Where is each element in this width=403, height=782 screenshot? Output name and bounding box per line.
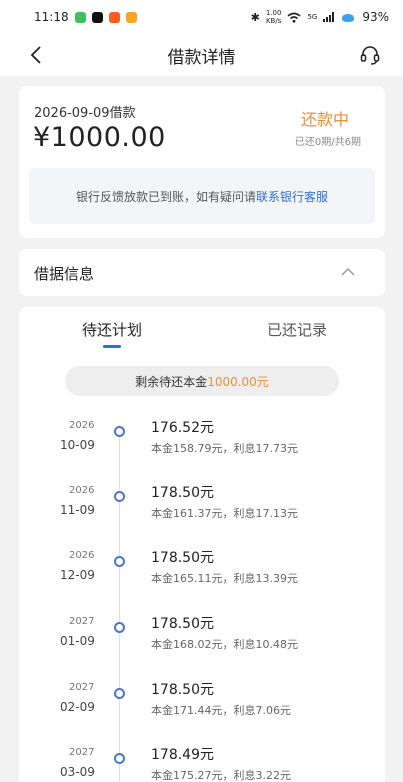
notice-text: 银行反馈放款已到账，如有疑问请 bbox=[75, 189, 256, 204]
row-total: 178.50元 bbox=[151, 682, 214, 698]
status-time: 11:18 bbox=[34, 10, 69, 24]
remaining-principal: 剩余待还本金 1000.00元 bbox=[65, 366, 339, 396]
row-date: 01-09 bbox=[60, 634, 95, 648]
chevron-left-icon bbox=[30, 46, 41, 64]
timeline-dot bbox=[114, 688, 125, 699]
schedule-row: 2027 02-09 178.50元 本金171.44元，利息7.06元 bbox=[19, 680, 385, 740]
repayment-progress: 已还0期/共6期 bbox=[294, 137, 361, 148]
row-breakdown: 本金165.11元，利息13.39元 bbox=[151, 572, 298, 585]
net-speed-value: 1.00 bbox=[265, 9, 282, 17]
row-year: 2026 bbox=[69, 550, 95, 561]
row-year: 2026 bbox=[69, 420, 95, 431]
tiktok-icon bbox=[91, 11, 103, 23]
row-date: 11-09 bbox=[60, 503, 95, 517]
row-breakdown: 本金168.02元，利息10.48元 bbox=[151, 638, 298, 651]
remaining-amount: 1000.00元 bbox=[207, 374, 269, 389]
tab-pending-plan[interactable]: 待还计划 bbox=[82, 319, 142, 340]
status-left: 11:18 bbox=[34, 10, 137, 24]
row-year: 2027 bbox=[69, 682, 95, 693]
customer-service-button[interactable] bbox=[359, 44, 381, 66]
timeline-dot bbox=[114, 426, 125, 437]
row-total: 178.49元 bbox=[151, 747, 214, 763]
timeline-dot bbox=[114, 491, 125, 502]
schedule-row: 2026 11-09 178.50元 本金161.37元，利息17.13元 bbox=[19, 483, 385, 543]
remaining-label: 剩余待还本金 bbox=[135, 374, 208, 389]
row-date: 03-09 bbox=[60, 765, 95, 779]
repayment-plan-card: 待还计划 已还记录 剩余待还本金 1000.00元 2026 10-09 176.… bbox=[19, 307, 385, 782]
battery-percent: 93% bbox=[362, 10, 389, 24]
row-breakdown: 本金171.44元，利息7.06元 bbox=[151, 704, 291, 717]
row-breakdown: 本金175.27元，利息3.22元 bbox=[151, 769, 291, 782]
status-right: ✱ 1.00 KB/s 5G 93% bbox=[251, 9, 389, 25]
taobao-icon bbox=[108, 11, 120, 23]
row-date: 10-09 bbox=[60, 438, 95, 452]
row-date: 12-09 bbox=[60, 568, 95, 582]
network-type: 5G bbox=[307, 13, 318, 21]
row-total: 178.50元 bbox=[151, 550, 214, 566]
page-title: 借款详情 bbox=[167, 47, 236, 68]
bluetooth-icon: ✱ bbox=[250, 10, 260, 24]
receipt-info-title: 借据信息 bbox=[34, 265, 95, 283]
row-total: 178.50元 bbox=[151, 616, 214, 632]
timeline-dot bbox=[114, 753, 125, 764]
back-button[interactable] bbox=[24, 43, 48, 67]
wechat-icon bbox=[74, 11, 86, 23]
battery-icon bbox=[342, 13, 355, 22]
row-year: 2026 bbox=[69, 485, 95, 496]
tab-repaid-records[interactable]: 已还记录 bbox=[267, 319, 327, 340]
timeline-dot bbox=[114, 556, 125, 567]
row-total: 178.50元 bbox=[151, 485, 214, 501]
schedule-row: 2026 10-09 176.52元 本金158.79元，利息17.73元 bbox=[19, 418, 385, 478]
headset-icon bbox=[360, 46, 380, 65]
row-breakdown: 本金161.37元，利息17.13元 bbox=[151, 507, 298, 520]
row-year: 2027 bbox=[69, 616, 95, 627]
signal-icon bbox=[323, 12, 335, 22]
schedule-row: 2027 03-09 178.49元 本金175.27元，利息3.22元 bbox=[19, 745, 385, 782]
loan-amount: ¥1000.00 bbox=[33, 122, 166, 153]
contact-bank-link[interactable]: 联系银行客服 bbox=[256, 188, 328, 205]
net-speed: 1.00 KB/s bbox=[266, 9, 282, 25]
chevron-up-icon bbox=[341, 268, 355, 276]
row-breakdown: 本金158.79元，利息17.73元 bbox=[151, 442, 298, 455]
loan-summary-card: 2026-09-09借款 ¥1000.00 还款中 已还0期/共6期 银行反馈放… bbox=[19, 86, 385, 238]
receipt-info-section[interactable]: 借据信息 bbox=[19, 249, 385, 296]
schedule-row: 2027 01-09 178.50元 本金168.02元，利息10.48元 bbox=[19, 614, 385, 674]
row-total: 176.52元 bbox=[151, 420, 214, 436]
repayment-status: 还款中 bbox=[300, 110, 349, 129]
status-bar: 11:18 ✱ 1.00 KB/s 5G 93% bbox=[0, 0, 403, 34]
active-tab-indicator bbox=[103, 345, 121, 348]
net-speed-unit: KB/s bbox=[265, 17, 282, 25]
row-date: 02-09 bbox=[60, 700, 95, 714]
wifi-icon bbox=[287, 12, 301, 23]
schedule-row: 2026 12-09 178.50元 本金165.11元，利息13.39元 bbox=[19, 548, 385, 608]
row-year: 2027 bbox=[69, 747, 95, 758]
disbursement-notice: 银行反馈放款已到账，如有疑问请 联系银行客服 bbox=[29, 168, 375, 224]
mail-icon bbox=[125, 11, 137, 23]
loan-date: 2026-09-09借款 bbox=[34, 106, 136, 121]
timeline-dot bbox=[114, 622, 125, 633]
nav-bar: 借款详情 bbox=[0, 34, 403, 76]
